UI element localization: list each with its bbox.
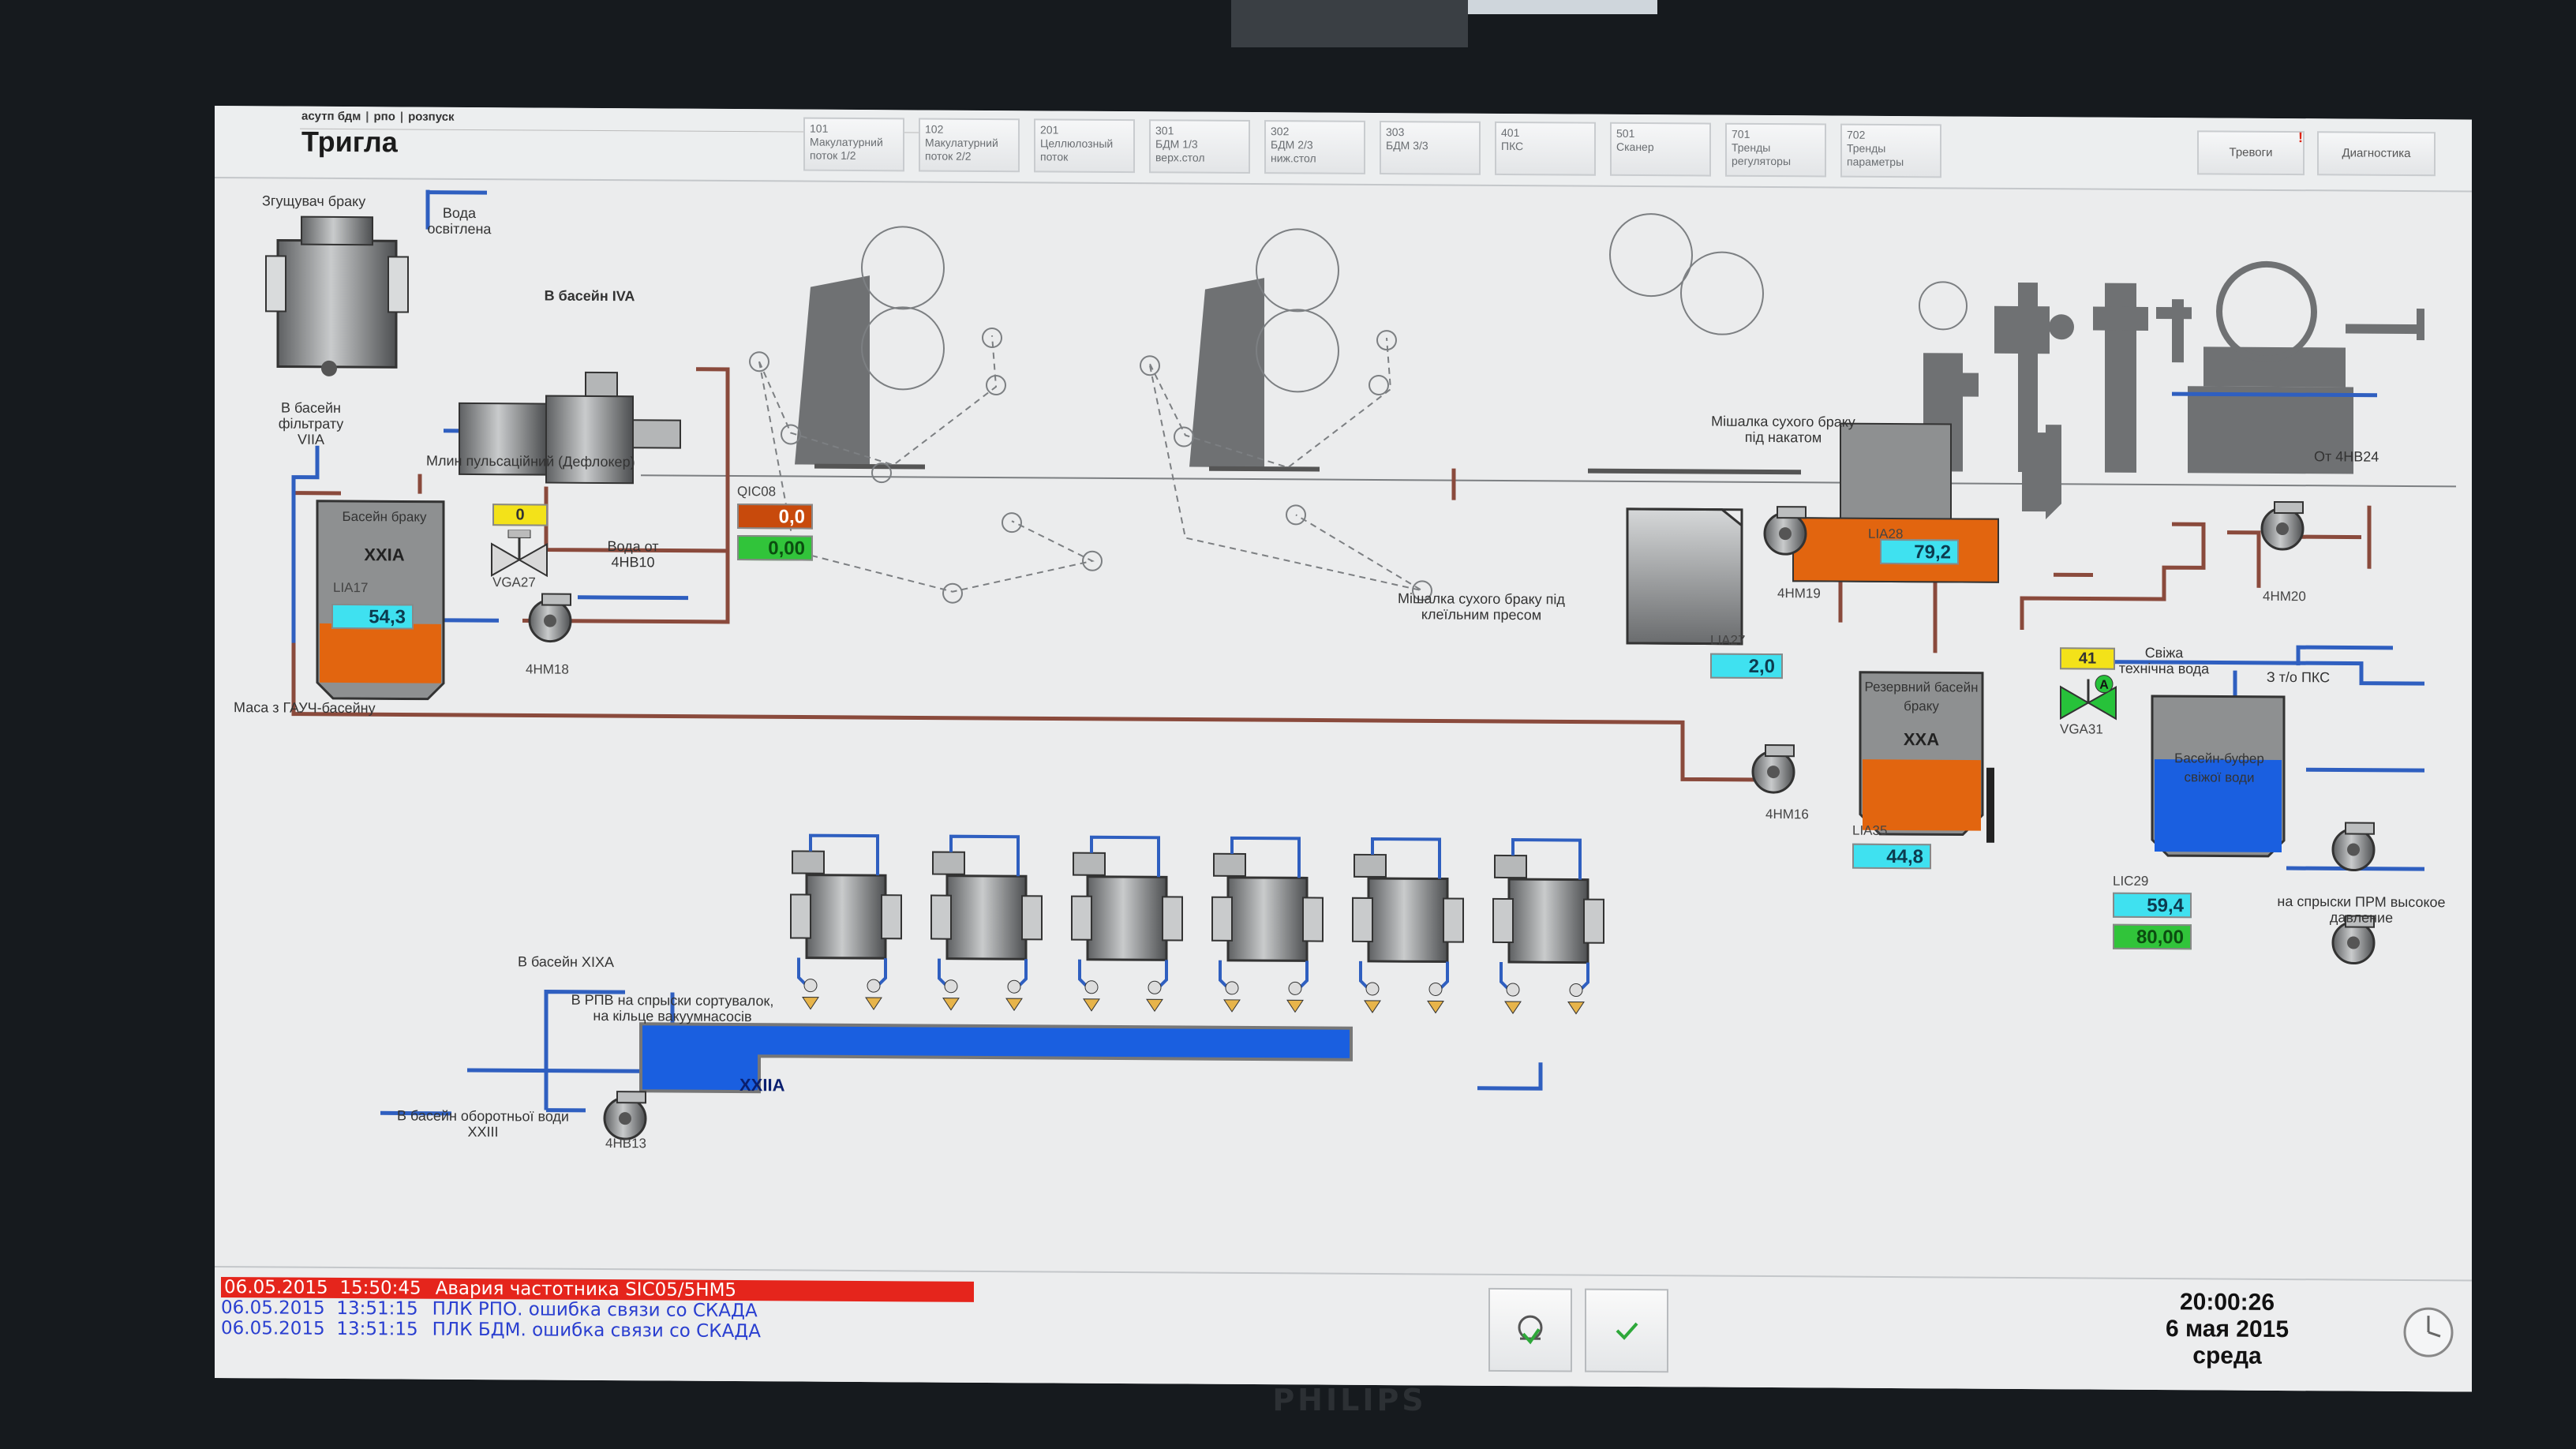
screen-units bbox=[790, 833, 1604, 1015]
alarm-footer: 06.05.2015 15:50:45 Авария частотника SIC… bbox=[215, 1266, 2472, 1392]
screen-unit[interactable] bbox=[1492, 838, 1604, 1015]
screen-unit[interactable] bbox=[1211, 836, 1324, 1013]
tag-4hm19: 4НМ19 bbox=[1777, 586, 1821, 601]
valve-vga31-icon[interactable]: A bbox=[2057, 672, 2120, 721]
thickener bbox=[265, 215, 409, 376]
breadcrumb-item[interactable]: асутп бдм bbox=[301, 110, 361, 123]
pump-icon[interactable] bbox=[528, 593, 572, 643]
value-lia27[interactable]: 2,0 bbox=[1710, 653, 1783, 680]
tab-701[interactable]: 701 Тренды регуляторы bbox=[1725, 122, 1826, 178]
value-lia35[interactable]: 44,8 bbox=[1852, 843, 1931, 870]
tab-301[interactable]: 301 БДМ 1/3 верх.стол bbox=[1149, 119, 1250, 174]
label-pulsation-mill: Млин пульсаційний (Дефлокер) bbox=[426, 452, 635, 470]
tank-buffer-title: Басейн-буфер свіжої води bbox=[2174, 751, 2264, 785]
screen-unit[interactable] bbox=[1352, 837, 1464, 1014]
scada-screen: асутп бдм | рпо | розпуск Тригла 101 Макулату… bbox=[215, 106, 2472, 1392]
tag-vga31: VGA31 bbox=[2060, 721, 2103, 737]
clock-icon[interactable] bbox=[2401, 1305, 2456, 1360]
tag-lia27: LIA27 bbox=[1710, 632, 1746, 648]
tank-xxa-title: Резервний басейн браку bbox=[1864, 679, 1979, 714]
tab-702[interactable]: 702 Тренды параметры bbox=[1840, 123, 1941, 178]
label-to-filtrate-basin: В басейн фільтрату VIIA bbox=[278, 399, 344, 447]
monitor-bezel-reflection bbox=[1231, 0, 1468, 47]
tab-102[interactable]: 102 Макулатурний поток 2/2 bbox=[919, 118, 1020, 173]
breadcrumb: асутп бдм | рпо | розпуск bbox=[301, 109, 455, 124]
label-thickener: Згущувач браку bbox=[262, 193, 366, 210]
acknowledge-button[interactable] bbox=[1585, 1288, 1668, 1373]
label-to-basin-xixa: В басейн XIXA bbox=[518, 953, 614, 971]
tab-303[interactable]: 303 БДМ 3/3 bbox=[1380, 121, 1481, 175]
label-from-4nv24: От 4НВ24 bbox=[2314, 448, 2379, 465]
tab-201[interactable]: 201 Целлюлозный поток bbox=[1034, 118, 1135, 174]
label-to-sprays: на спрыски ПРМ высокое давление bbox=[2277, 893, 2446, 926]
alarms-button[interactable]: Тревоги bbox=[2197, 130, 2305, 176]
label-from-pks: З т/о ПКС bbox=[2266, 668, 2331, 686]
valve-mode-badge: A bbox=[2099, 679, 2109, 692]
page-title: Тригла bbox=[301, 125, 398, 159]
alarm-indicator: ! bbox=[2298, 129, 2303, 146]
screen-unit[interactable] bbox=[930, 834, 1043, 1012]
pump-icon[interactable] bbox=[2260, 500, 2305, 551]
silence-alarm-button[interactable] bbox=[1488, 1287, 1572, 1372]
tag-qic08: QIC08 bbox=[737, 484, 777, 500]
valve-vga27-icon[interactable] bbox=[488, 530, 551, 578]
breadcrumb-item[interactable]: розпуск bbox=[408, 110, 454, 123]
tag-lic29: LIC29 bbox=[2113, 873, 2149, 889]
tab-101[interactable]: 101 Макулатурний поток 1/2 bbox=[803, 117, 904, 172]
tag-4hm18: 4НМ18 bbox=[526, 661, 569, 677]
pump-icon[interactable] bbox=[1763, 506, 1807, 556]
value-lia17[interactable]: 54,3 bbox=[331, 603, 414, 630]
tank-xxia-name: XXIA bbox=[364, 545, 405, 565]
tag-4hm16: 4НМ16 bbox=[1765, 807, 1809, 822]
label-to-recycle-basin: В басейн оборотньої води XXIII bbox=[397, 1107, 569, 1140]
label-clarified-water: Вода освітлена bbox=[427, 204, 492, 238]
diagnostics-button[interactable]: Диагностика bbox=[2317, 131, 2436, 177]
label-fresh-water: Свіжа технічна вода bbox=[2118, 644, 2210, 677]
clock-time: 20:00:26 bbox=[2179, 1289, 2275, 1316]
value-lic29-sp[interactable]: 80,00 bbox=[2113, 923, 2192, 950]
value-vga27-position[interactable]: 0 bbox=[492, 504, 548, 526]
channel-xxiia-name: XXIIA bbox=[739, 1075, 785, 1095]
screen-unit[interactable] bbox=[790, 833, 902, 1011]
reel-section-machinery bbox=[1923, 260, 2424, 474]
tag-4hb13: 4НВ13 bbox=[605, 1136, 646, 1151]
alarm-row[interactable]: 06.05.2015 13:51:15 ПЛК БДМ. ошибка связи… bbox=[221, 1318, 761, 1342]
tag-4hm20: 4НМ20 bbox=[2263, 588, 2306, 605]
tank-xxia bbox=[316, 500, 445, 701]
tab-401[interactable]: 401 ПКС bbox=[1495, 121, 1596, 176]
label-water-from: Вода от 4НВ10 bbox=[607, 538, 659, 571]
tank-xxia-title: Басейн браку bbox=[342, 508, 427, 525]
tank-xxa-name: XXA bbox=[1903, 729, 1940, 750]
value-vga31-position[interactable]: 41 bbox=[2060, 647, 2115, 670]
mixer-size-press bbox=[1626, 507, 1743, 646]
tab-501[interactable]: 501 Сканер bbox=[1610, 122, 1711, 177]
tab-302[interactable]: 302 БДМ 2/3 ниж.стол bbox=[1264, 120, 1365, 174]
alarm-bell-icon bbox=[1518, 1315, 1543, 1345]
monitor-brand: PHILIPS bbox=[1272, 1383, 1427, 1417]
label-to-rpv: В РПВ на спрыски сортувалок, на кільце в… bbox=[571, 991, 774, 1025]
tag-lia17: LIA17 bbox=[333, 579, 369, 596]
value-lic29-pv[interactable]: 59,4 bbox=[2113, 892, 2192, 919]
clock-date: 6 мая 2015 bbox=[2165, 1316, 2290, 1343]
clock-day: среда bbox=[2192, 1342, 2262, 1369]
label-mass-from-couch: Маса з ГАУЧ-басейну bbox=[234, 699, 376, 717]
ceiling-light-reflection bbox=[1468, 0, 1657, 14]
checkmark-icon bbox=[1616, 1322, 1638, 1340]
breadcrumb-item[interactable]: рпо bbox=[374, 110, 395, 123]
value-lia28[interactable]: 79,2 bbox=[1880, 538, 1959, 565]
value-qic08-pv[interactable]: 0,0 bbox=[737, 504, 813, 530]
label-to-basin-iva: В басейн IVA bbox=[544, 287, 635, 305]
screen-unit[interactable] bbox=[1071, 835, 1183, 1013]
pump-icon[interactable] bbox=[2331, 822, 2376, 872]
value-qic08-sp[interactable]: 0,00 bbox=[737, 535, 813, 561]
tag-lia35: LIA35 bbox=[1852, 822, 1888, 838]
paper-machine-schematic bbox=[641, 213, 2456, 604]
label-dry-broke-press: Мішалка сухого браку під клеїльним пресо… bbox=[1398, 590, 1565, 623]
pump-icon[interactable] bbox=[603, 1091, 647, 1140]
label-dry-broke-reel: Мішалка сухого браку під накатом bbox=[1711, 413, 1855, 446]
pump-icon[interactable] bbox=[1751, 743, 1795, 794]
